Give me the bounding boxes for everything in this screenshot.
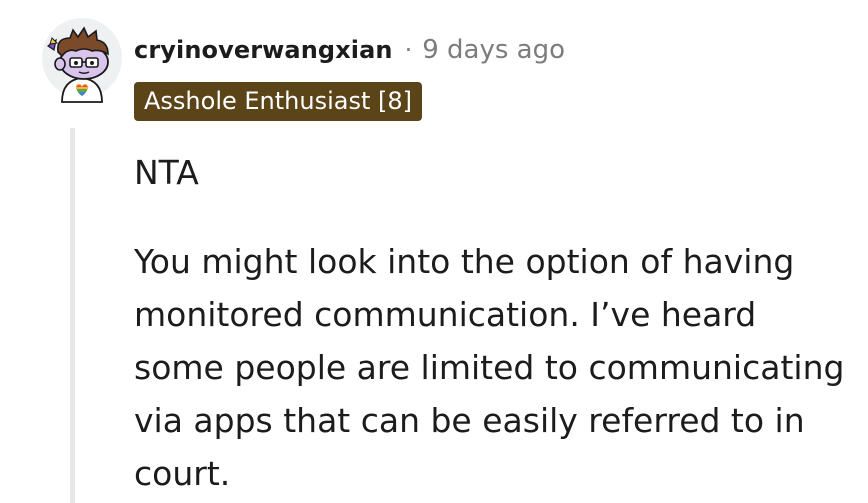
meta-separator: · bbox=[404, 36, 413, 64]
username-link[interactable]: cryinoverwangxian bbox=[134, 36, 393, 64]
comment-paragraph: You might look into the option of having… bbox=[134, 242, 845, 493]
comment: cryinoverwangxian · 9 days ago Asshole E… bbox=[0, 0, 868, 503]
comment-body: NTA You might look into the option of ha… bbox=[134, 146, 854, 500]
thread-collapse-line[interactable] bbox=[70, 128, 75, 503]
timestamp-link[interactable]: 9 days ago bbox=[422, 35, 565, 65]
comment-verdict: NTA bbox=[134, 153, 199, 192]
user-avatar[interactable] bbox=[40, 16, 124, 112]
snoo-avatar-icon bbox=[42, 18, 122, 103]
comment-meta: cryinoverwangxian · 9 days ago bbox=[134, 30, 565, 70]
user-flair-badge: Asshole Enthusiast [8] bbox=[134, 82, 423, 121]
